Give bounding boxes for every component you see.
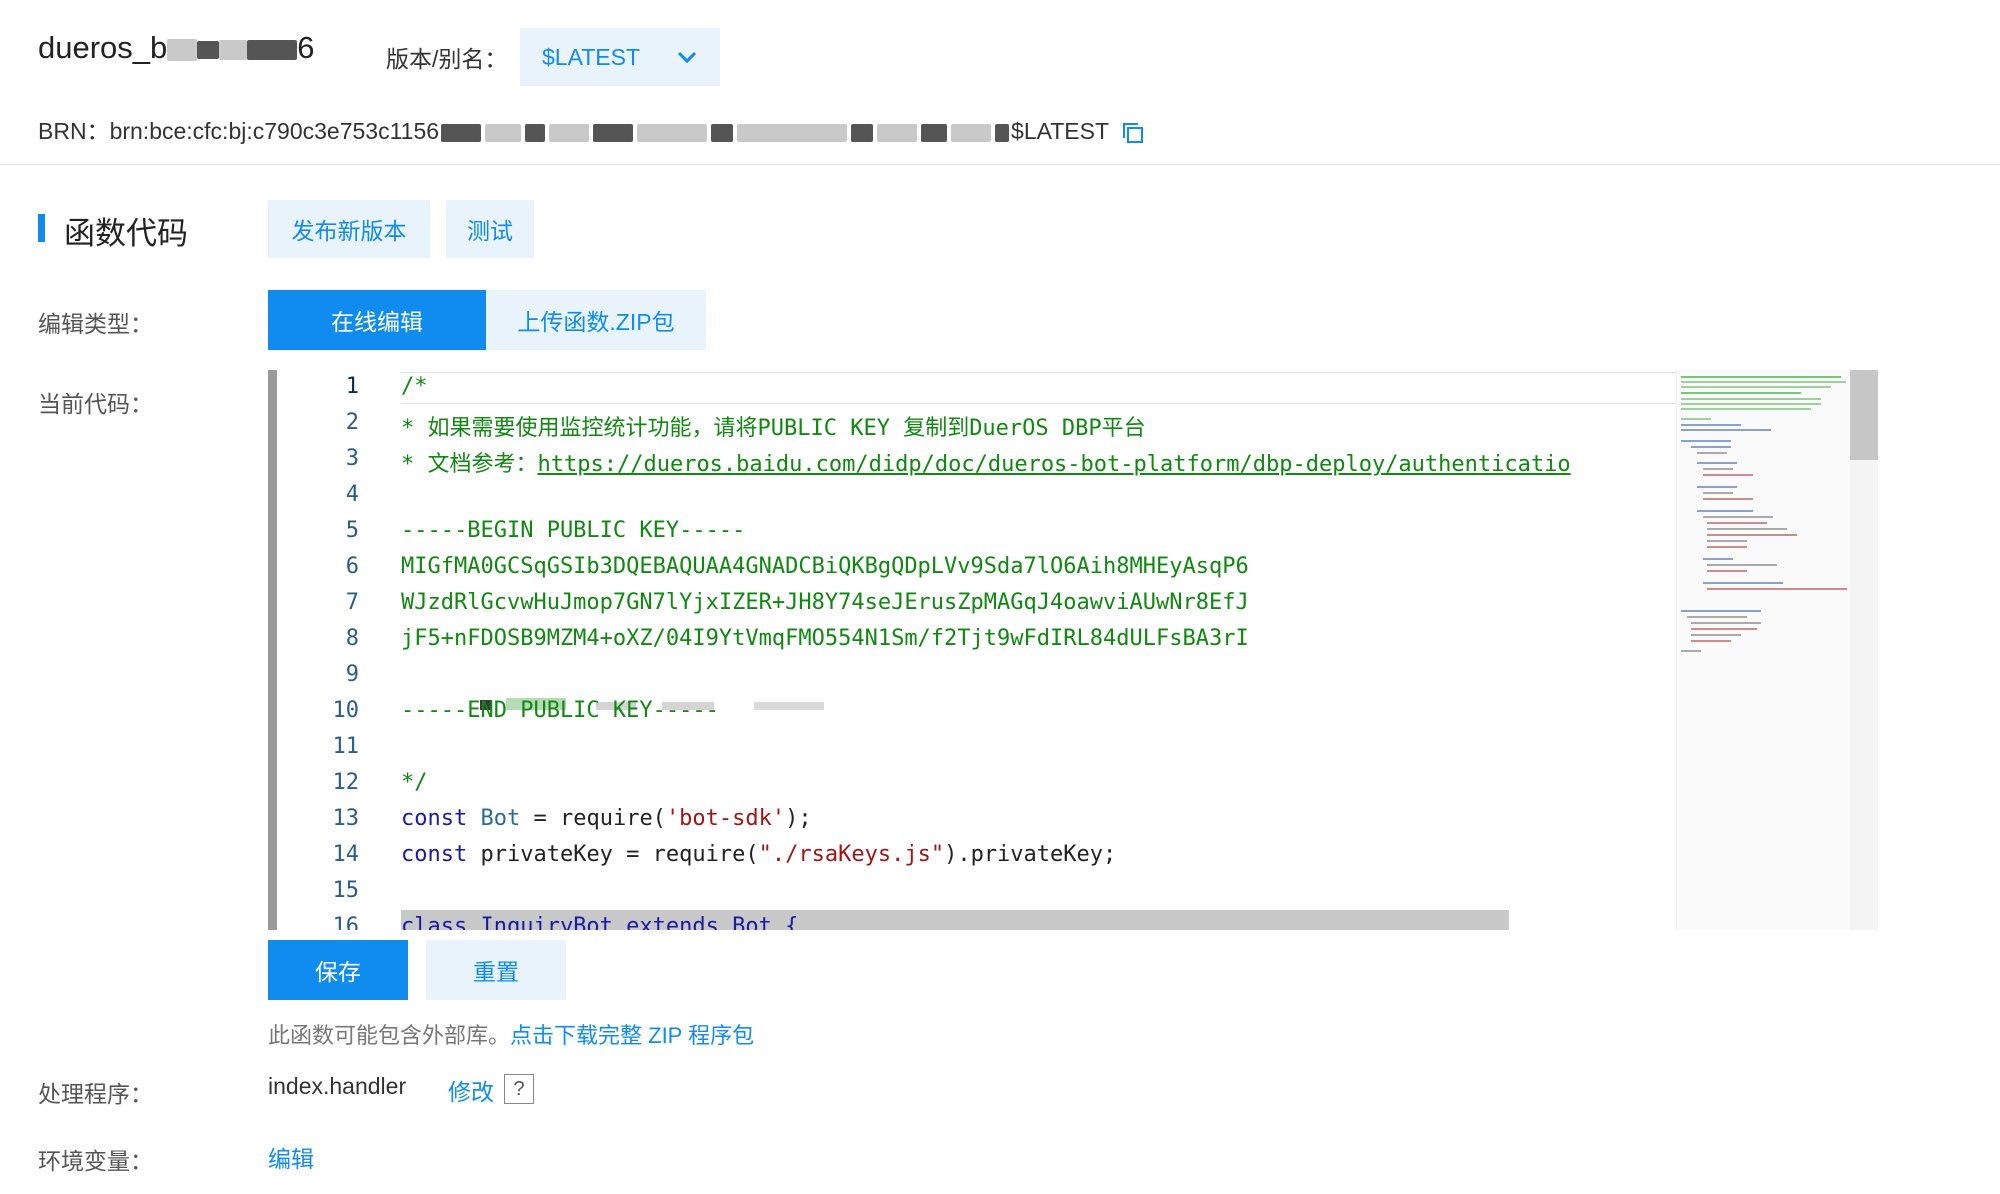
editor-scrollbar[interactable] xyxy=(1850,370,1878,930)
tab-upload-zip[interactable]: 上传函数.ZIP包 xyxy=(486,290,706,350)
alias-select-value: $LATEST xyxy=(542,43,640,70)
code-keyword: const xyxy=(401,842,468,867)
code-line: */ xyxy=(401,770,428,795)
redacted-segment xyxy=(851,123,874,142)
line-number: 8 xyxy=(345,626,359,651)
code-line: * 文档参考：https://dueros.baidu.com/didp/doc… xyxy=(401,446,1571,478)
redacted-segment xyxy=(549,123,590,142)
code-keyword: const xyxy=(401,806,468,831)
code-string: 'bot-sdk' xyxy=(665,806,786,831)
function-name: dueros_b 6 xyxy=(38,30,315,66)
redacted-segment xyxy=(247,39,298,60)
code-line: -----END PUBLIC KEY----- xyxy=(401,698,719,723)
line-number: 14 xyxy=(332,842,360,867)
line-number: 5 xyxy=(345,518,359,543)
redacted-segment xyxy=(441,123,482,142)
line-number: 3 xyxy=(345,446,359,471)
copy-icon[interactable] xyxy=(1121,121,1145,145)
download-zip-link[interactable]: 点击下载完整 ZIP 程序包 xyxy=(510,1023,754,1048)
line-number: 10 xyxy=(332,698,360,723)
line-number: 4 xyxy=(345,482,359,507)
section-title: 函数代码 xyxy=(64,216,188,251)
redacted-segment xyxy=(951,123,992,142)
code-identifier: Bot xyxy=(480,806,521,831)
line-number: 12 xyxy=(332,770,360,795)
code-text: = require( xyxy=(520,806,666,831)
redacted-segment xyxy=(197,40,220,59)
alias-label: 版本/别名： xyxy=(386,46,508,72)
redacted-segment xyxy=(995,123,1010,142)
code-line: jF5+nFDOSB9MZM4+oXZ/04I9YtVmqFMO554N1Sm/… xyxy=(401,626,1249,651)
edit-type-label: 编辑类型： xyxy=(38,311,153,337)
code-minimap[interactable] xyxy=(1676,370,1851,930)
line-number: 11 xyxy=(332,734,360,759)
edit-env-variables-link[interactable]: 编辑 xyxy=(268,1140,314,1174)
code-line: * 如果需要使用监控统计功能，请将PUBLIC KEY 复制到DuerOS DB… xyxy=(401,416,1146,441)
redacted-segment xyxy=(219,39,248,60)
line-number: 9 xyxy=(345,662,359,687)
line-number: 6 xyxy=(345,554,359,579)
test-button[interactable]: 测试 xyxy=(446,200,534,258)
save-button[interactable]: 保存 xyxy=(268,940,408,1000)
doc-link[interactable]: https://dueros.baidu.com/didp/doc/dueros… xyxy=(538,452,1571,477)
tab-online-edit[interactable]: 在线编辑 xyxy=(268,290,486,350)
code-text-area[interactable]: /* * 如果需要使用监控统计功能，请将PUBLIC KEY 复制到DuerOS… xyxy=(401,370,1878,930)
code-line: -----BEGIN PUBLIC KEY----- xyxy=(401,518,746,543)
brn-label: BRN： xyxy=(38,118,110,144)
handler-label: 处理程序： xyxy=(38,1081,153,1107)
help-icon[interactable]: ? xyxy=(504,1074,534,1104)
line-number-gutter: 1 2 3 4 5 6 7 8 9 10 11 12 13 14 15 16 xyxy=(277,370,387,930)
line-number: 16 xyxy=(332,914,360,930)
brn-row: BRN：brn:bce:cfc:bj:c790c3e753c1156 $LATES… xyxy=(38,112,1145,146)
scrollbar-thumb[interactable] xyxy=(1850,370,1878,460)
env-variables-label: 环境变量： xyxy=(38,1148,153,1174)
code-text: privateKey = require( xyxy=(467,842,759,867)
function-name-text: dueros_b xyxy=(38,30,168,65)
editor-left-border xyxy=(268,370,277,930)
code-line: class InquiryBot extends Bot { xyxy=(401,914,799,930)
current-code-label: 当前代码： xyxy=(38,391,153,417)
function-name-tail: 6 xyxy=(297,30,315,65)
code-line: /* xyxy=(401,374,428,399)
header-divider xyxy=(0,164,2000,165)
line-number: 1 xyxy=(345,374,359,399)
chevron-down-icon xyxy=(677,51,697,64)
reset-button[interactable]: 重置 xyxy=(426,940,566,1000)
code-line: MIGfMA0GCSqGSIb3DQEBAQUAA4GNADCBiQKBgQDp… xyxy=(401,554,1249,579)
zip-download-note: 此函数可能包含外部库。点击下载完整 ZIP 程序包 xyxy=(268,1018,754,1050)
brn-value-suffix: $LATEST xyxy=(1011,118,1109,144)
code-editor[interactable]: 1 2 3 4 5 6 7 8 9 10 11 12 13 14 15 16 /… xyxy=(268,370,1878,930)
redacted-segment xyxy=(525,123,546,142)
code-line: const Bot = require('bot-sdk'); xyxy=(401,806,812,831)
redacted-segment xyxy=(737,123,848,142)
publish-version-button[interactable]: 发布新版本 xyxy=(268,200,430,258)
line-number: 2 xyxy=(345,410,359,435)
redacted-segment xyxy=(877,123,918,142)
code-line: const privateKey = require("./rsaKeys.js… xyxy=(401,842,1116,867)
code-string: "./rsaKeys.js" xyxy=(758,842,945,867)
alias-select[interactable]: $LATEST xyxy=(520,28,720,86)
redacted-segment xyxy=(921,123,948,142)
zip-note-text: 此函数可能包含外部库。 xyxy=(268,1023,511,1048)
code-text: ); xyxy=(785,806,812,831)
code-comment-text: * 文档参考： xyxy=(401,452,538,477)
code-line: WJzdRlGcvwHuJmop7GN7lYjxIZER+JH8Y74seJEr… xyxy=(401,590,1249,615)
edit-handler-link[interactable]: 修改 xyxy=(448,1073,494,1107)
brn-value-prefix: brn:bce:cfc:bj:c790c3e753c1156 xyxy=(109,118,440,144)
line-number: 7 xyxy=(345,590,359,615)
redacted-segment xyxy=(711,123,734,142)
section-accent-bar xyxy=(38,214,45,242)
redacted-segment xyxy=(637,123,708,142)
redacted-segment xyxy=(593,123,634,142)
code-text: ).privateKey; xyxy=(944,842,1117,867)
line-number: 13 xyxy=(332,806,360,831)
handler-value: index.handler xyxy=(268,1073,407,1099)
line-number: 15 xyxy=(332,878,360,903)
redacted-segment xyxy=(167,38,198,61)
redacted-segment xyxy=(485,123,522,142)
